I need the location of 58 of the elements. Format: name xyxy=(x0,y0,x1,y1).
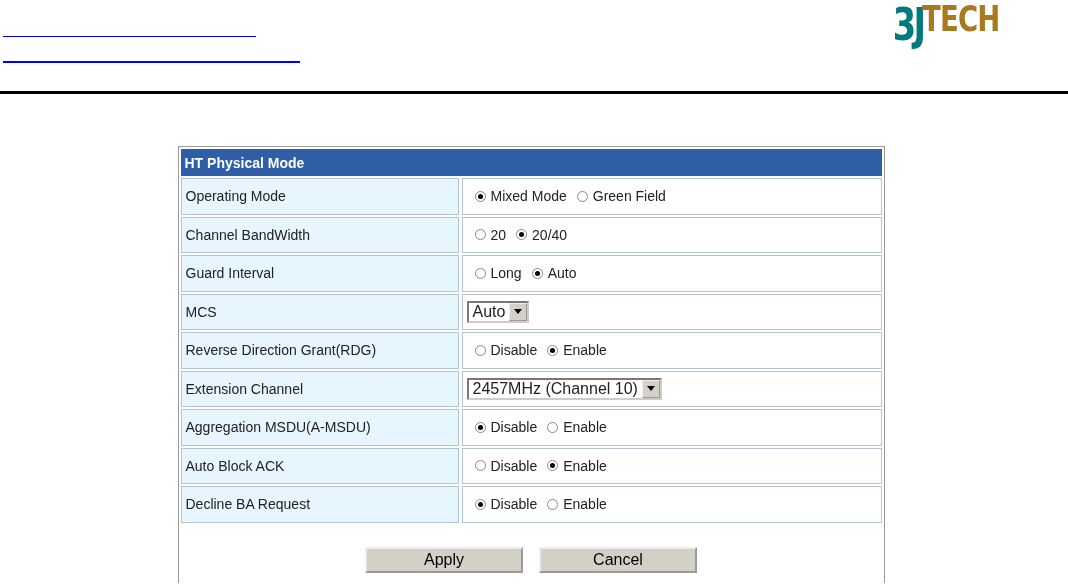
radio-button[interactable] xyxy=(547,344,559,356)
setting-label: Operating Mode xyxy=(180,178,459,215)
radio-option[interactable]: Disable xyxy=(474,457,538,474)
radio-option[interactable]: Enable xyxy=(547,342,607,359)
caret-icon xyxy=(641,379,660,398)
panel-title: HT Physical Mode xyxy=(180,149,882,176)
option-label: Disable xyxy=(490,342,538,359)
radio-button[interactable] xyxy=(474,460,486,472)
option-label: Enable xyxy=(563,457,607,474)
option-label: 20/40 xyxy=(532,226,568,243)
option-label: Disable xyxy=(490,496,538,513)
radio-button[interactable] xyxy=(474,267,486,279)
radio-button[interactable] xyxy=(516,229,528,241)
radio-option[interactable]: Disable xyxy=(474,419,538,436)
option-label: Enable xyxy=(563,342,607,359)
setting-label: Reverse Direction Grant(RDG) xyxy=(180,332,459,369)
option-label: Disable xyxy=(490,457,538,474)
setting-label: Channel BandWidth xyxy=(180,216,459,253)
radio-option[interactable]: 20/40 xyxy=(516,226,568,243)
radio-option[interactable]: Enable xyxy=(547,419,607,436)
cancel-button[interactable]: Cancel xyxy=(539,546,697,573)
apply-button[interactable]: Apply xyxy=(365,546,523,573)
radio-option[interactable]: 20 xyxy=(474,226,507,243)
setting-label: Decline BA Request xyxy=(180,486,459,523)
radio-option[interactable]: Auto xyxy=(531,265,577,282)
dropdown[interactable]: 2457MHz (Channel 10) xyxy=(466,377,662,400)
option-label: Enable xyxy=(563,496,607,513)
dropdown[interactable]: Auto xyxy=(466,300,530,323)
radio-button[interactable] xyxy=(474,498,486,510)
radio-option[interactable]: Disable xyxy=(474,342,538,359)
radio-button[interactable] xyxy=(474,229,486,241)
radio-option[interactable]: Green Field xyxy=(576,188,666,205)
radio-option[interactable]: Disable xyxy=(474,496,538,513)
option-label: Disable xyxy=(490,419,538,436)
radio-button[interactable] xyxy=(547,460,559,472)
setting-label: Auto Block ACK xyxy=(180,447,459,484)
radio-button[interactable] xyxy=(474,344,486,356)
radio-button[interactable] xyxy=(474,190,486,202)
option-label: Auto xyxy=(547,265,577,282)
option-label: Long xyxy=(490,265,522,282)
caret-icon xyxy=(509,302,528,321)
setting-label: Extension Channel xyxy=(180,370,459,407)
radio-button[interactable] xyxy=(474,421,486,433)
radio-button[interactable] xyxy=(547,498,559,510)
radio-option[interactable]: Enable xyxy=(547,457,607,474)
radio-button[interactable] xyxy=(576,190,588,202)
option-label: Mixed Mode xyxy=(490,188,567,205)
setting-label: MCS xyxy=(180,293,459,330)
setting-label: Aggregation MSDU(A-MSDU) xyxy=(180,409,459,446)
radio-button[interactable] xyxy=(531,267,543,279)
radio-option[interactable]: Mixed Mode xyxy=(474,188,567,205)
option-label: Green Field xyxy=(592,188,666,205)
radio-button[interactable] xyxy=(547,421,559,433)
option-label: 20 xyxy=(490,226,507,243)
setting-label: Guard Interval xyxy=(180,255,459,292)
radio-option[interactable]: Enable xyxy=(547,496,607,513)
option-label: Enable xyxy=(563,419,607,436)
radio-option[interactable]: Long xyxy=(474,265,522,282)
